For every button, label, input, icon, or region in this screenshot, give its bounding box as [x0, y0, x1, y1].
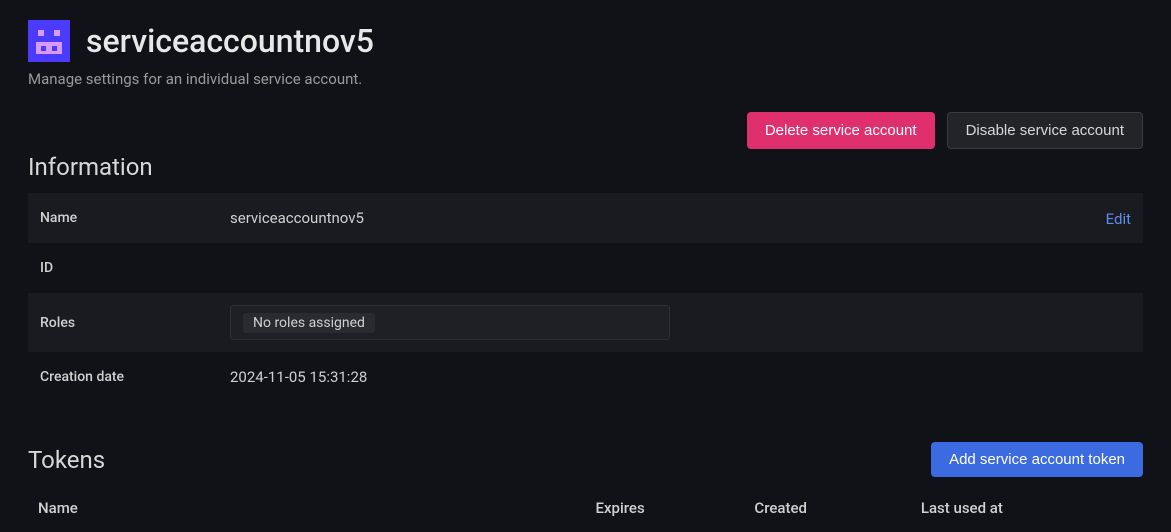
info-label-creation: Creation date: [28, 352, 218, 402]
tokens-column-expires[interactable]: Expires: [586, 491, 745, 525]
service-account-avatar: [28, 20, 70, 62]
info-value-name: serviceaccountnov5: [218, 193, 926, 243]
tokens-column-created[interactable]: Created: [744, 491, 910, 525]
info-row-creation: Creation date 2024-11-05 15:31:28: [28, 352, 1143, 402]
page-title: serviceaccountnov5: [86, 22, 374, 60]
tokens-column-lastused[interactable]: Last used at: [911, 491, 1143, 525]
tokens-column-name[interactable]: Name: [28, 491, 586, 525]
roles-empty-chip: No roles assigned: [243, 313, 375, 333]
edit-name-link[interactable]: Edit: [1106, 210, 1131, 228]
info-label-id: ID: [28, 243, 218, 293]
tokens-section-title: Tokens: [28, 446, 105, 474]
disable-service-account-button[interactable]: Disable service account: [947, 112, 1143, 149]
tokens-table: Name Expires Created Last used at: [28, 491, 1143, 525]
delete-service-account-button[interactable]: Delete service account: [747, 112, 935, 149]
info-row-id: ID: [28, 243, 1143, 293]
information-table: Name serviceaccountnov5 Edit ID Roles No…: [28, 193, 1143, 402]
info-row-name: Name serviceaccountnov5 Edit: [28, 193, 1143, 243]
page-subtitle: Manage settings for an individual servic…: [28, 70, 1143, 88]
robot-pixel-icon: [32, 24, 66, 58]
info-value-id: [218, 243, 926, 293]
roles-select[interactable]: No roles assigned: [230, 305, 670, 340]
info-value-creation: 2024-11-05 15:31:28: [218, 352, 926, 402]
add-service-account-token-button[interactable]: Add service account token: [931, 442, 1143, 477]
info-label-name: Name: [28, 193, 218, 243]
information-section-title: Information: [28, 153, 1143, 181]
info-row-roles: Roles No roles assigned: [28, 293, 1143, 352]
info-label-roles: Roles: [28, 293, 218, 352]
